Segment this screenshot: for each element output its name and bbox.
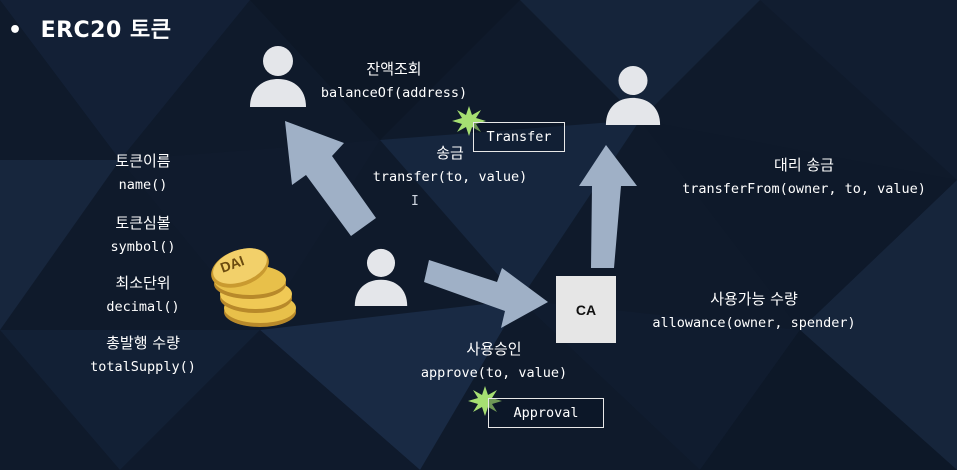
contract-account-box: CA: [556, 276, 616, 343]
token-decimal-func: decimal(): [106, 299, 180, 315]
person-icon-recipient: [605, 65, 661, 125]
balance-label: 잔액조회: [366, 60, 422, 78]
token-symbol-label: 토큰심볼: [115, 214, 171, 232]
token-symbol-func: symbol(): [110, 239, 176, 255]
approval-event-box: Approval: [488, 398, 604, 428]
person-icon-balance: [250, 46, 306, 107]
transfer-block: 송금 transfer(to, value): [373, 142, 527, 185]
token-supply-label: 총발행 수량: [106, 334, 180, 352]
transfer-label: 송금: [436, 144, 464, 162]
approval-event-label: Approval: [513, 405, 579, 421]
token-decimal-label: 최소단위: [115, 274, 171, 292]
token-name-block: 토큰이름 name(): [115, 150, 170, 193]
coin-stack: DAI: [200, 246, 300, 332]
arrow-to-balance-user: [285, 121, 376, 236]
text-cursor-icon: I: [411, 194, 419, 209]
approve-block: 사용승인 approve(to, value): [421, 338, 567, 381]
allowance-block: 사용가능 수량 allowance(owner, spender): [652, 288, 855, 331]
token-symbol-block: 토큰심볼 symbol(): [110, 212, 175, 255]
transfer-from-label: 대리 송금: [774, 156, 834, 174]
transfer-func: transfer(to, value): [372, 169, 528, 185]
token-name-func: name(): [118, 177, 168, 193]
balance-block: 잔액조회 balanceOf(address): [321, 58, 467, 101]
arrow-to-ca: [424, 260, 548, 328]
transfer-from-func: transferFrom(owner, to, value): [682, 181, 926, 197]
contract-account-label: CA: [575, 301, 597, 318]
token-name-label: 토큰이름: [115, 152, 171, 170]
approve-func: approve(to, value): [420, 365, 568, 381]
approve-label: 사용승인: [466, 340, 522, 358]
allowance-label: 사용가능 수량: [710, 290, 798, 308]
token-decimal-block: 최소단위 decimal(): [106, 272, 179, 315]
token-supply-block: 총발행 수량 totalSupply(): [90, 332, 196, 375]
coin-stack-icon: [211, 248, 296, 327]
person-icon-owner: [354, 248, 408, 306]
transfer-from-block: 대리 송금 transferFrom(owner, to, value): [682, 154, 926, 197]
balance-func: balanceOf(address): [320, 85, 468, 101]
token-supply-func: totalSupply(): [90, 359, 196, 375]
allowance-func: allowance(owner, spender): [652, 315, 856, 331]
arrow-to-recipient: [579, 145, 637, 268]
